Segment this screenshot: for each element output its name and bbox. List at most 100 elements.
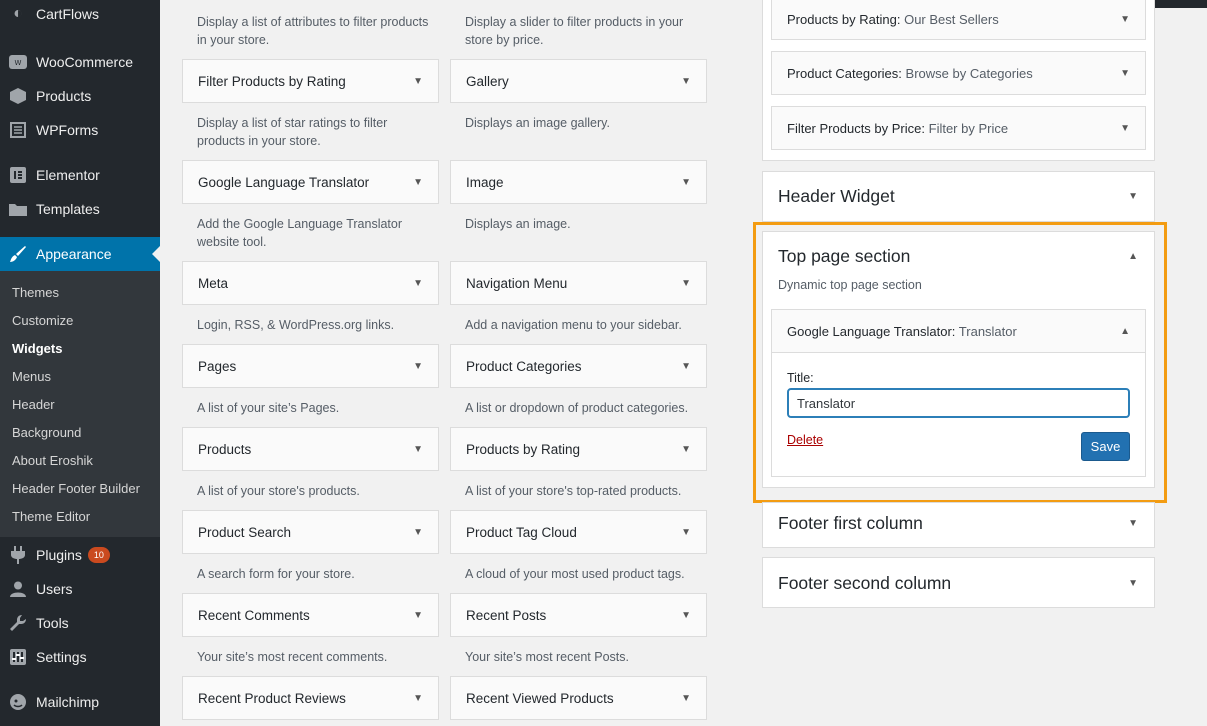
menu-label: WooCommerce	[36, 54, 133, 70]
widget-description: Display a slider to filter products in y…	[465, 15, 684, 47]
area-title: Header Widget	[778, 186, 895, 206]
widget-product-categories[interactable]: Product Categories ▼	[450, 344, 707, 388]
widget-description: Your site’s most recent Posts.	[465, 650, 629, 664]
widget-product-search[interactable]: Product Search ▼	[182, 510, 439, 554]
submenu-themes[interactable]: Themes	[12, 285, 59, 300]
submenu-widgets[interactable]: Widgets	[12, 341, 62, 356]
widget-recent-product-reviews[interactable]: Recent Product Reviews ▼	[182, 676, 439, 720]
submenu-menus[interactable]: Menus	[12, 369, 51, 384]
menu-label: CartFlows	[36, 6, 100, 22]
wrench-icon	[8, 613, 28, 633]
brush-icon	[8, 244, 28, 264]
menu-plugins[interactable]: Plugins 10	[0, 538, 160, 572]
widget-title: Recent Product Reviews	[198, 690, 346, 706]
widget-google-language-translator[interactable]: Google Language Translator ▼	[182, 160, 439, 204]
elementor-icon	[8, 165, 28, 185]
header-widget-heading[interactable]: Header Widget ▼	[778, 186, 1138, 207]
caret-down-icon[interactable]: ▼	[1120, 123, 1130, 134]
caret-down-icon[interactable]: ▼	[1120, 68, 1130, 79]
widget-description: A list or dropdown of product categories…	[465, 401, 689, 415]
widget-recent-posts[interactable]: Recent Posts ▼	[450, 593, 707, 637]
widget-image[interactable]: Image ▼	[450, 160, 707, 204]
caret-down-icon[interactable]: ▼	[1128, 578, 1138, 589]
widget-description: Displays an image.	[465, 217, 571, 231]
menu-wpforms[interactable]: WPForms	[0, 113, 160, 147]
highlight-box	[753, 222, 1167, 503]
user-icon	[8, 579, 28, 599]
widget-description: Add the Google Language Translator websi…	[197, 217, 403, 249]
footer-first-column-heading[interactable]: Footer first column ▼	[778, 513, 1138, 534]
widget-products-by-rating[interactable]: Products by Rating ▼	[450, 427, 707, 471]
caret-down-icon[interactable]: ▼	[413, 361, 423, 372]
menu-products[interactable]: Products	[0, 79, 160, 113]
placed-widget-name: Products by Rating:	[787, 12, 901, 27]
area-title: Footer second column	[778, 573, 952, 593]
widget-title: Gallery	[466, 73, 509, 89]
widget-pages[interactable]: Pages ▼	[182, 344, 439, 388]
widget-title: Products by Rating	[466, 441, 581, 457]
widget-recent-comments[interactable]: Recent Comments ▼	[182, 593, 439, 637]
caret-down-icon[interactable]: ▼	[413, 76, 423, 87]
widget-filter-products-by-rating[interactable]: Filter Products by Rating ▼	[182, 59, 439, 103]
menu-templates[interactable]: Templates	[0, 192, 160, 226]
submenu-theme-editor[interactable]: Theme Editor	[12, 509, 90, 524]
widget-title: Google Language Translator	[198, 174, 370, 190]
caret-down-icon[interactable]: ▼	[413, 693, 423, 704]
caret-down-icon[interactable]: ▼	[413, 278, 423, 289]
submenu-customize[interactable]: Customize	[12, 313, 73, 328]
menu-cartflows[interactable]: ◐ CartFlows	[0, 0, 160, 28]
footer-second-column-heading[interactable]: Footer second column ▼	[778, 573, 1138, 594]
caret-down-icon[interactable]: ▼	[413, 610, 423, 621]
widget-meta[interactable]: Meta ▼	[182, 261, 439, 305]
caret-down-icon[interactable]: ▼	[681, 278, 691, 289]
widget-title: Pages	[198, 358, 237, 374]
placed-widget-subtitle: Filter by Price	[928, 120, 1009, 136]
menu-mailchimp[interactable]: Mailchimp	[0, 685, 160, 719]
widget-description: A list of your store's products.	[197, 484, 360, 498]
menu-label: Users	[36, 581, 73, 597]
caret-down-icon[interactable]: ▼	[413, 177, 423, 188]
submenu-header-footer-builder[interactable]: Header Footer Builder	[12, 481, 140, 496]
caret-down-icon[interactable]: ▼	[413, 527, 423, 538]
caret-down-icon[interactable]: ▼	[1128, 191, 1138, 202]
menu-users[interactable]: Users	[0, 572, 160, 606]
placed-widget-subtitle: Browse by Categories	[905, 65, 1033, 81]
widget-description: A list of your store's top-rated product…	[465, 484, 682, 498]
placed-widget-products-by-rating[interactable]: Products by Rating: Our Best Sellers ▼	[771, 0, 1146, 40]
widget-description: Display a list of star ratings to filter…	[197, 116, 388, 148]
widget-title: Product Tag Cloud	[466, 524, 577, 540]
widget-description: A search form for your store.	[197, 567, 355, 581]
menu-label: Tools	[36, 615, 69, 631]
caret-down-icon[interactable]: ▼	[681, 76, 691, 87]
menu-elementor[interactable]: Elementor	[0, 158, 160, 192]
widget-product-tag-cloud[interactable]: Product Tag Cloud ▼	[450, 510, 707, 554]
menu-appearance[interactable]: Appearance	[0, 237, 160, 271]
widget-navigation-menu[interactable]: Navigation Menu ▼	[450, 261, 707, 305]
caret-down-icon[interactable]: ▼	[413, 444, 423, 455]
caret-down-icon[interactable]: ▼	[681, 610, 691, 621]
placed-widget-product-categories[interactable]: Product Categories: Browse by Categories…	[771, 51, 1146, 95]
submenu-header[interactable]: Header	[12, 397, 55, 412]
menu-settings[interactable]: Settings	[0, 640, 160, 674]
caret-down-icon[interactable]: ▼	[1120, 14, 1130, 25]
menu-tools[interactable]: Tools	[0, 606, 160, 640]
caret-down-icon[interactable]: ▼	[681, 693, 691, 704]
cartflows-icon: ◐	[13, 5, 23, 22]
caret-down-icon[interactable]: ▼	[681, 527, 691, 538]
caret-down-icon[interactable]: ▼	[681, 177, 691, 188]
widget-title: Recent Posts	[466, 607, 547, 623]
widget-gallery[interactable]: Gallery ▼	[450, 59, 707, 103]
caret-down-icon[interactable]: ▼	[681, 444, 691, 455]
submenu-about-eroshik[interactable]: About Eroshik	[12, 453, 93, 468]
submenu-background[interactable]: Background	[12, 425, 81, 440]
widget-title: Recent Viewed Products	[466, 690, 614, 706]
menu-label: Elementor	[36, 167, 100, 183]
menu-label: Settings	[36, 649, 87, 665]
caret-down-icon[interactable]: ▼	[1128, 518, 1138, 529]
placed-widget-filter-by-price[interactable]: Filter Products by Price: Filter by Pric…	[771, 106, 1146, 150]
menu-woocommerce[interactable]: W WooCommerce	[0, 45, 160, 79]
widget-recent-viewed-products[interactable]: Recent Viewed Products ▼	[450, 676, 707, 720]
caret-down-icon[interactable]: ▼	[681, 361, 691, 372]
widget-products[interactable]: Products ▼	[182, 427, 439, 471]
mailchimp-icon	[8, 692, 28, 712]
